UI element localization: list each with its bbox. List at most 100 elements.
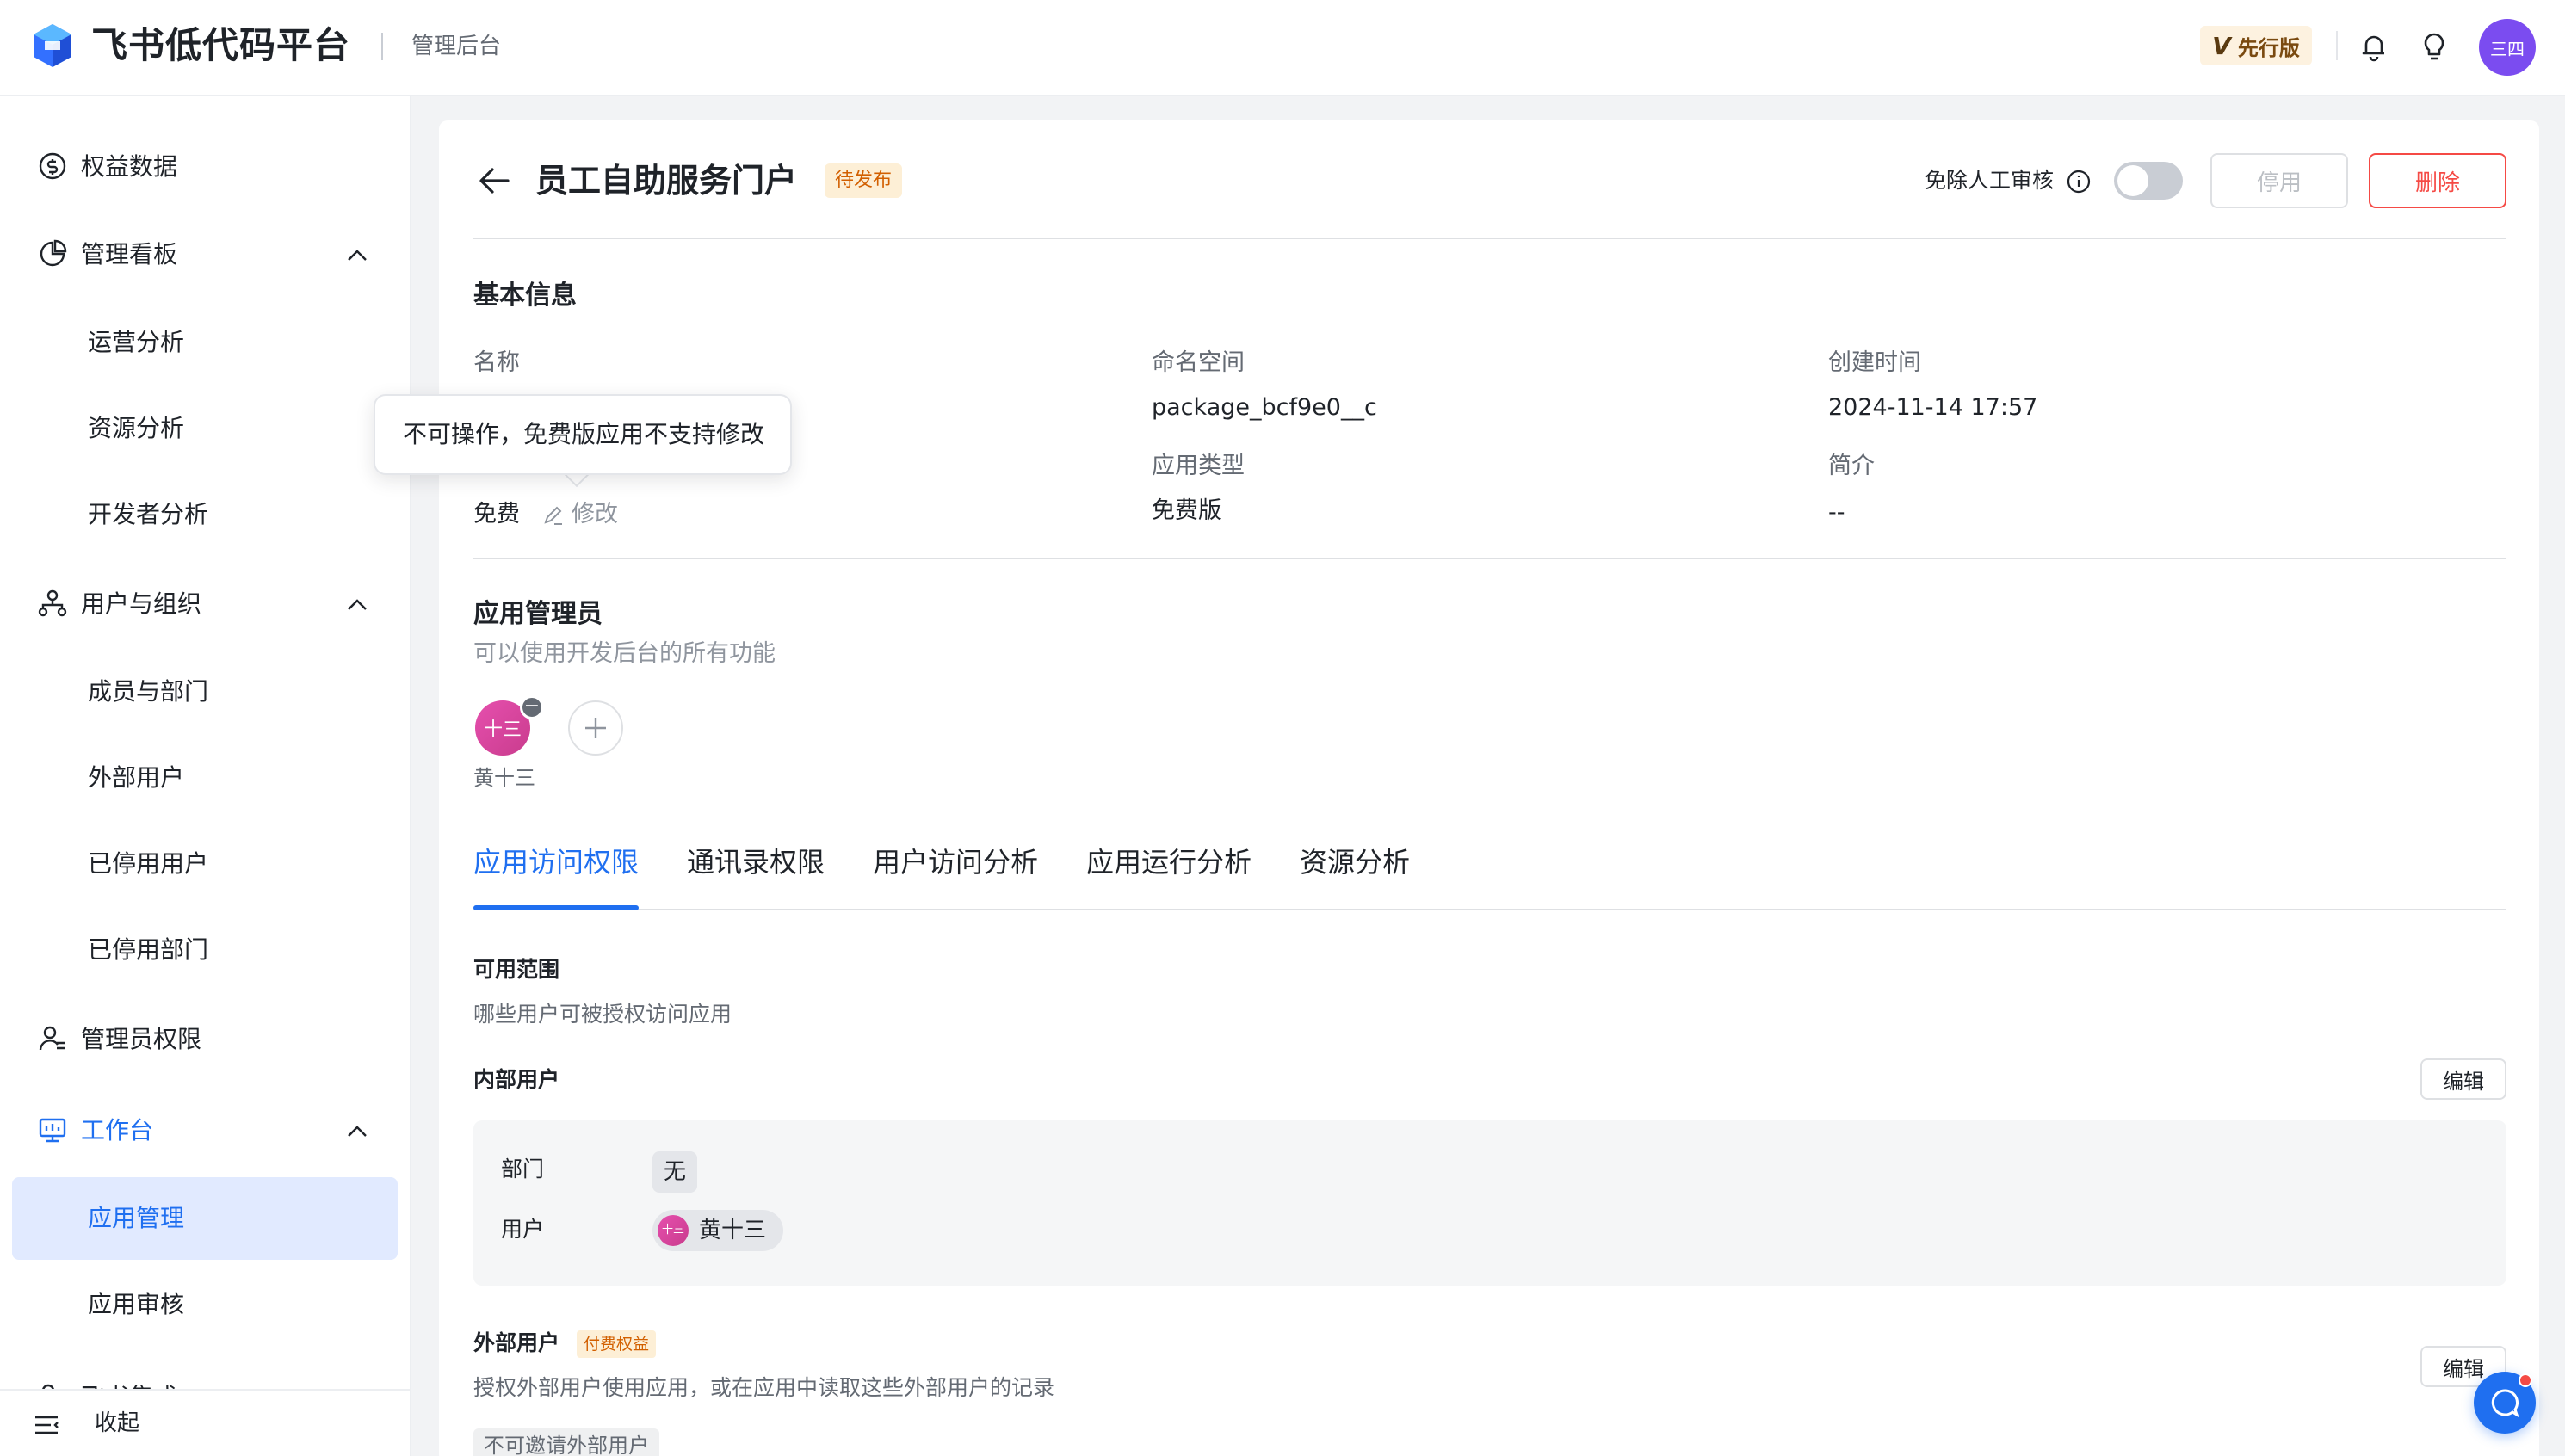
sidebar-item-label: 管理员权限 — [81, 1025, 202, 1053]
sidebar-item-workbench[interactable]: 工作台 — [12, 1089, 398, 1172]
top-header: 飞书低代码平台 管理后台 V 先行版 三四 — [0, 0, 2565, 96]
status-badge: 待发布 — [825, 163, 903, 198]
info-icon[interactable] — [2066, 169, 2092, 194]
sidebar-item-disabled-departments[interactable]: 已停用部门 — [12, 909, 398, 991]
tab-contacts-permissions[interactable]: 通讯录权限 — [687, 843, 825, 881]
edit-plan-label: 修改 — [572, 501, 618, 527]
sidebar-item-label: 运营分析 — [88, 328, 185, 356]
edit-internal-users-button[interactable]: 编辑 — [2420, 1058, 2506, 1100]
user-chip-name: 黄十三 — [699, 1218, 767, 1243]
tab-app-runtime-analysis[interactable]: 应用运行分析 — [1086, 843, 1252, 881]
tooltip: 不可操作，免费版应用不支持修改 — [374, 394, 792, 475]
tab-resource-analysis[interactable]: 资源分析 — [1300, 843, 1410, 881]
tab-underline — [473, 909, 2506, 910]
add-admin-button[interactable] — [568, 700, 623, 756]
sidebar-item-label: 成员与部门 — [88, 677, 209, 706]
sidebar-item-members-departments[interactable]: 成员与部门 — [12, 651, 398, 733]
plus-icon — [585, 718, 606, 738]
sidebar-item-app-review[interactable]: 应用审核 — [12, 1263, 398, 1346]
sidebar-item-label: 资源分析 — [88, 414, 185, 442]
delete-button[interactable]: 删除 — [2369, 153, 2506, 208]
created-time-label: 创建时间 — [1828, 349, 1921, 376]
tab-app-access[interactable]: 应用访问权限 — [473, 843, 639, 881]
sidebar-item-label: 应用审核 — [88, 1290, 185, 1318]
sidebar-item-label: 工作台 — [81, 1116, 154, 1144]
sidebar-item-label: 已停用部门 — [88, 935, 209, 964]
sidebar-item-external-users[interactable]: 外部用户 — [12, 737, 398, 819]
header-divider-line — [473, 238, 2506, 239]
scope-title: 可用范围 — [473, 957, 560, 982]
user-chip: 十三 黄十三 — [652, 1210, 783, 1251]
header-subtitle: 管理后台 — [411, 34, 502, 59]
user-chip-avatar: 十三 — [658, 1215, 689, 1246]
disable-button[interactable]: 停用 — [2210, 153, 2348, 208]
basic-info-title: 基本信息 — [473, 281, 577, 311]
internal-scope-box — [473, 1120, 2506, 1286]
intro-value: -- — [1828, 499, 1845, 526]
sidebar-collapse-bar[interactable]: 收起 — [0, 1389, 410, 1456]
plan-value: 免费 — [473, 501, 520, 527]
sidebar-item-users-org[interactable]: 用户与组织 — [12, 563, 398, 645]
external-users-title: 外部用户 — [473, 1330, 560, 1355]
sidebar-item-rights-data[interactable]: 权益数据 — [12, 126, 398, 208]
app-logo-icon[interactable] — [29, 22, 76, 69]
org-icon — [38, 589, 67, 617]
app-name[interactable]: 飞书低代码平台 — [91, 22, 350, 70]
plan-label: 先行版 — [2237, 35, 2300, 60]
namespace-value: package_bcf9e0__c — [1152, 394, 1377, 421]
chevron-up-icon[interactable] — [344, 243, 370, 268]
tab-user-access-analysis[interactable]: 用户访问分析 — [873, 843, 1038, 881]
app-type-value: 免费版 — [1152, 497, 1221, 524]
admin-user-icon — [39, 1026, 65, 1051]
page-title: 员工自助服务门户 — [535, 162, 798, 200]
app-admins-title: 应用管理员 — [473, 599, 603, 629]
created-time-value: 2024-11-14 17:57 — [1828, 394, 2038, 421]
chevron-up-icon[interactable] — [344, 592, 370, 618]
sidebar: 权益数据 管理看板 运营分析 资源分析 开发者分析 用户与组织 成员与部门 外部… — [0, 96, 411, 1456]
exempt-review-toggle[interactable] — [2114, 162, 2183, 200]
toggle-knob — [2117, 165, 2148, 196]
sidebar-item-disabled-users[interactable]: 已停用用户 — [12, 823, 398, 905]
sidebar-item-dashboard[interactable]: 管理看板 — [12, 213, 398, 296]
user-label: 用户 — [501, 1217, 545, 1242]
sidebar-item-label: 已停用用户 — [88, 849, 209, 878]
name-label: 名称 — [473, 349, 520, 376]
sidebar-item-admin-permissions[interactable]: 管理员权限 — [12, 998, 398, 1081]
plan-badge[interactable]: V 先行版 — [2200, 26, 2312, 65]
sidebar-item-label: 权益数据 — [81, 152, 178, 181]
sidebar-item-app-management[interactable]: 应用管理 — [12, 1177, 398, 1260]
collapse-menu-icon[interactable] — [33, 1411, 60, 1439]
section-divider — [473, 558, 2506, 559]
sidebar-item-label: 用户与组织 — [81, 589, 202, 618]
header-divider — [381, 33, 383, 60]
active-tab-indicator — [473, 905, 639, 910]
app-admins-desc: 可以使用开发后台的所有功能 — [473, 640, 776, 667]
invite-external-disabled: 不可邀请外部用户 — [473, 1428, 659, 1456]
edit-plan-link[interactable]: 修改 — [542, 497, 618, 532]
lightbulb-icon[interactable] — [2415, 28, 2453, 65]
pie-chart-icon — [40, 239, 67, 267]
dollar-circle-icon — [39, 152, 66, 180]
intro-label: 简介 — [1828, 453, 1875, 479]
notification-dot — [2519, 1373, 2532, 1387]
collapse-label[interactable]: 收起 — [95, 1406, 139, 1441]
chevron-up-icon[interactable] — [344, 1119, 370, 1144]
remove-admin-icon[interactable]: − — [520, 695, 544, 719]
monitor-icon — [39, 1118, 66, 1143]
namespace-label: 命名空间 — [1152, 349, 1245, 376]
back-arrow-icon[interactable] — [475, 162, 513, 200]
user-avatar[interactable]: 三四 — [2479, 19, 2536, 76]
sidebar-item-label: 外部用户 — [88, 763, 185, 792]
plan-v-icon: V — [2212, 31, 2231, 60]
sidebar-item-resource-analysis[interactable]: 资源分析 — [12, 387, 398, 470]
exempt-review-label: 免除人工审核 — [1925, 168, 2055, 193]
sidebar-item-label: 开发者分析 — [88, 500, 209, 528]
paid-feature-badge: 付费权益 — [577, 1330, 657, 1358]
sidebar-item-developer-analysis[interactable]: 开发者分析 — [12, 473, 398, 556]
department-chip: 无 — [652, 1151, 697, 1193]
chat-bubble-icon — [2491, 1389, 2519, 1418]
bell-icon[interactable] — [2355, 28, 2393, 65]
department-label: 部门 — [501, 1157, 545, 1181]
header-divider-right — [2336, 31, 2338, 60]
sidebar-item-operations-analysis[interactable]: 运营分析 — [12, 301, 398, 384]
